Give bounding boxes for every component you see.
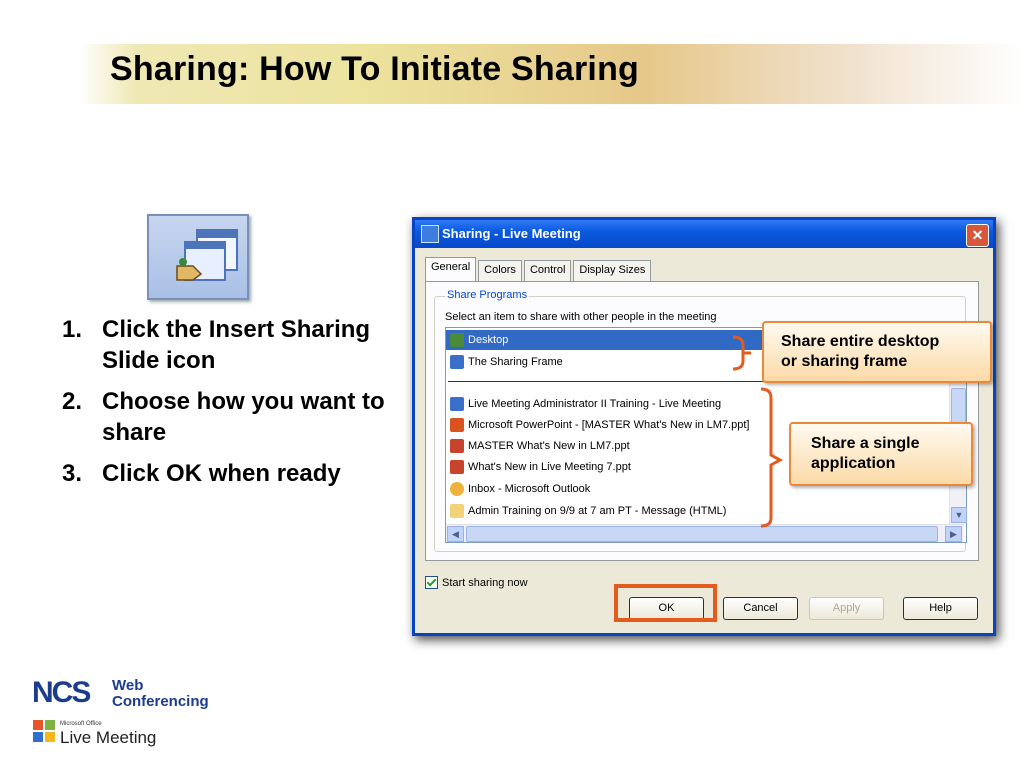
start-sharing-checkbox[interactable]: [425, 576, 438, 589]
sharing-frame-icon: [450, 355, 464, 370]
list-item-label: What's New in Live Meeting 7.ppt: [468, 461, 631, 473]
list-item-label: Inbox - Microsoft Outlook: [468, 483, 591, 495]
step-number: 2.: [62, 388, 83, 415]
powerpoint-icon: [450, 418, 464, 433]
start-sharing-row[interactable]: Start sharing now: [425, 576, 528, 589]
scroll-down-icon[interactable]: ▼: [951, 507, 967, 523]
callout-share-desktop: Share entire desktop or sharing frame: [762, 321, 992, 383]
list-item-label: The Sharing Frame: [468, 356, 563, 368]
tab-colors[interactable]: Colors: [478, 260, 522, 281]
tab-strip: General Colors Control Display Sizes: [425, 257, 653, 281]
help-button[interactable]: Help: [903, 597, 978, 620]
step-text: Choose how you want to share: [102, 388, 385, 446]
instruction-text: Select an item to share with other peopl…: [445, 311, 717, 323]
tab-display-sizes[interactable]: Display Sizes: [573, 260, 652, 281]
callout-share-application: Share a single application: [789, 422, 973, 486]
logo-text: Web: [112, 677, 144, 694]
step-item: 2. Choose how you want to share: [62, 386, 392, 448]
live-meeting-logo: Live Meeting: [60, 728, 157, 747]
list-item-label: MASTER What's New in LM7.ppt: [468, 440, 630, 452]
tab-general[interactable]: General: [425, 257, 477, 281]
list-item-label: Microsoft PowerPoint - [MASTER What's Ne…: [468, 419, 750, 431]
step-item: 1. Click the Insert Sharing Slide icon: [62, 314, 392, 376]
email-icon: [450, 504, 464, 519]
desktop-icon: [450, 333, 464, 348]
list-item-label: Live Meeting Administrator II Training -…: [468, 398, 722, 410]
outlook-icon: [450, 482, 464, 497]
list-item-label: Desktop: [468, 334, 509, 346]
callout-text: application: [811, 455, 896, 472]
cancel-button[interactable]: Cancel: [723, 597, 798, 620]
tab-control[interactable]: Control: [523, 260, 572, 281]
list-item-label: Admin Training on 9/9 at 7 am PT - Messa…: [468, 505, 727, 517]
scroll-thumb[interactable]: [466, 526, 938, 542]
ok-highlight-box: [614, 584, 717, 622]
ppt-file-icon: [450, 439, 464, 454]
callout-text: or sharing frame: [781, 353, 908, 370]
logo-text: Conferencing: [112, 693, 209, 710]
scroll-left-icon[interactable]: ◀: [447, 526, 464, 542]
list-item-app[interactable]: Admin Training on 9/9 at 7 am PT - Messa…: [446, 501, 948, 521]
apply-button[interactable]: Apply: [809, 597, 884, 620]
list-item-app[interactable]: Live Meeting Administrator II Training -…: [446, 394, 948, 414]
dialog-titlebar[interactable]: Sharing - Live Meeting ✕: [415, 220, 993, 248]
step-text: Click OK when ready: [102, 460, 341, 487]
steps-list: 1. Click the Insert Sharing Slide icon 2…: [62, 314, 392, 499]
step-number: 1.: [62, 316, 83, 343]
step-number: 3.: [62, 460, 83, 487]
office-logo-icon: [33, 720, 55, 742]
close-button[interactable]: ✕: [966, 224, 989, 247]
callout-text: Share a single: [811, 435, 920, 452]
callout-text: Share entire desktop: [781, 333, 940, 350]
ncs-logo: NCS: [32, 676, 91, 709]
slide-title: Sharing: How To Initiate Sharing: [110, 50, 640, 88]
step-text: Click the Insert Sharing Slide icon: [102, 316, 371, 374]
group-label: Share Programs: [445, 289, 530, 301]
scroll-right-icon[interactable]: ▶: [945, 526, 962, 542]
horizontal-scrollbar[interactable]: ◀ ▶: [446, 524, 964, 542]
ms-office-text: Microsoft Office: [60, 721, 102, 727]
start-sharing-label: Start sharing now: [442, 576, 528, 589]
dialog-title: Sharing - Live Meeting: [442, 226, 581, 241]
web-conferencing-logo: Web Conferencing: [112, 678, 209, 710]
app-icon: [421, 225, 439, 243]
live-meeting-icon: [450, 397, 464, 412]
ppt-file-icon: [450, 460, 464, 475]
step-item: 3. Click OK when ready: [62, 458, 392, 489]
insert-sharing-slide-icon[interactable]: [147, 214, 249, 300]
